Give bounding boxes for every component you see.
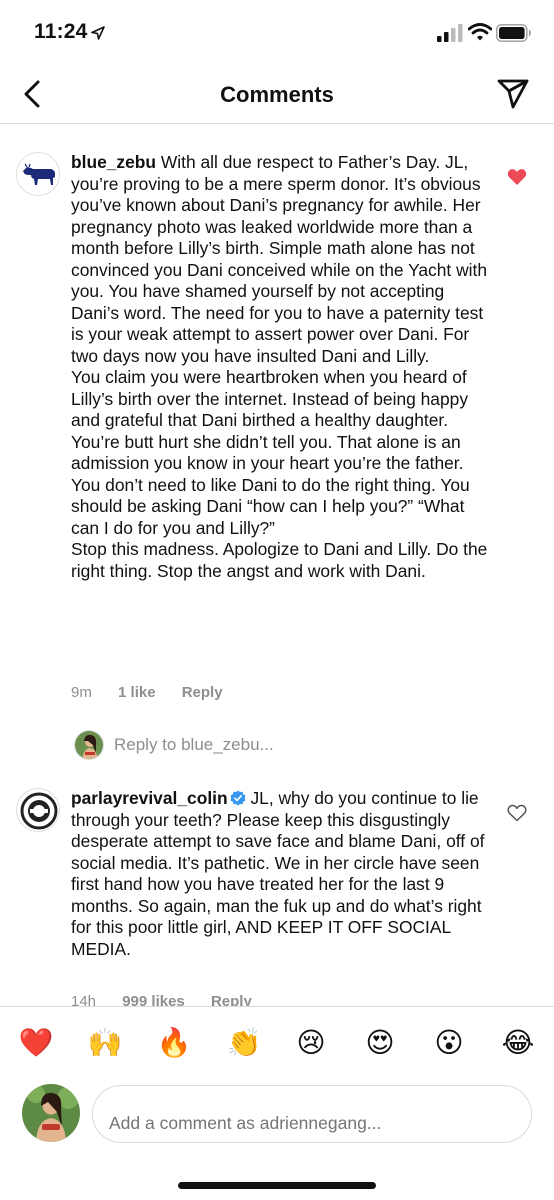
heart-icon[interactable]	[507, 804, 527, 822]
avatar[interactable]	[16, 152, 60, 196]
verified-badge-icon	[230, 790, 246, 806]
comment-body-paragraph: With all due respect to Father’s Day. JL…	[71, 152, 488, 366]
comment-time: 9m	[71, 684, 92, 701]
send-icon[interactable]	[496, 78, 530, 110]
comment-body-paragraph: JL, why do you continue to lie through y…	[71, 788, 485, 959]
reply-button[interactable]: Reply	[182, 684, 223, 701]
comment-text: parlayrevival_colin JL, why do you conti…	[71, 788, 491, 960]
emoji-clapping-hands[interactable]: 👏	[226, 1027, 262, 1059]
cow-logo-icon	[17, 153, 59, 195]
location-arrow-icon	[91, 26, 105, 40]
comment-likes[interactable]: 1 like	[118, 684, 156, 701]
emoji-reaction-bar: ❤️ 🙌 🔥 👏 😢 😍 😮 😂	[0, 1006, 554, 1076]
heart-icon[interactable]	[507, 168, 527, 186]
comment-input[interactable]	[92, 1085, 532, 1143]
emoji-red-heart[interactable]: ❤️	[18, 1027, 54, 1059]
wifi-icon	[468, 23, 492, 41]
comment-username[interactable]: parlayrevival_colin	[71, 788, 228, 808]
emoji-fire[interactable]: 🔥	[156, 1027, 192, 1059]
comment-body-paragraph: You claim you were heartbroken when you …	[71, 367, 470, 538]
comments-header: Comments	[0, 64, 554, 124]
emoji-surprised-face[interactable]: 😮	[431, 1027, 467, 1059]
emoji-heart-eyes[interactable]: 😍	[362, 1027, 398, 1059]
emoji-tears-of-joy[interactable]: 😂	[500, 1027, 536, 1059]
signal-icon	[437, 24, 463, 42]
comment-meta: 9m 1 like Reply	[71, 684, 245, 701]
avatar[interactable]	[22, 1084, 80, 1142]
battery-icon	[496, 24, 531, 42]
avatar[interactable]	[16, 788, 60, 832]
status-time: 11:24	[34, 20, 88, 43]
reply-prompt-text: Reply to blue_zebu...	[114, 735, 274, 754]
home-indicator	[178, 1182, 376, 1189]
user-photo-icon	[22, 1084, 80, 1142]
status-bar: 11:24	[0, 0, 554, 64]
emoji-raising-hands[interactable]: 🙌	[87, 1027, 123, 1059]
avatar	[74, 730, 104, 760]
comment-username[interactable]: blue_zebu	[71, 152, 156, 172]
comment-text: blue_zebu With all due respect to Father…	[71, 152, 491, 582]
comment-body-paragraph: Stop this madness. Apologize to Dani and…	[71, 539, 488, 581]
emoji-crying-face[interactable]: 😢	[293, 1027, 329, 1059]
parlay-revival-logo-icon	[18, 790, 59, 831]
user-photo-icon	[75, 731, 103, 759]
page-title: Comments	[220, 82, 334, 107]
